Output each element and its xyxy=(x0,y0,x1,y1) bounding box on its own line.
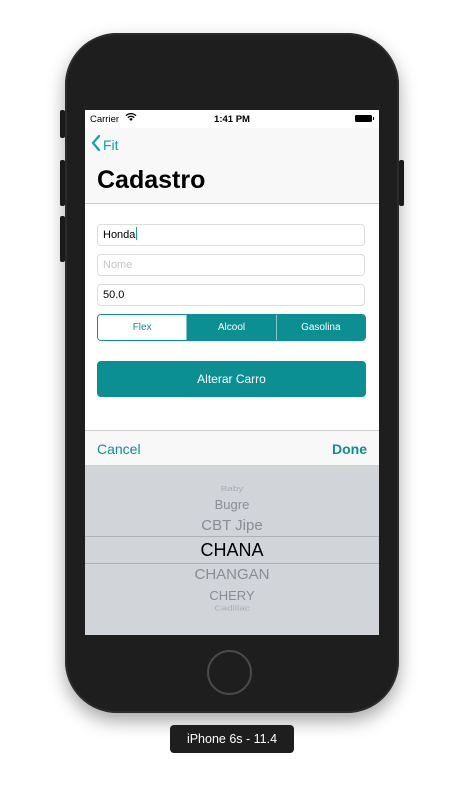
cancel-button[interactable]: Cancel xyxy=(97,441,141,457)
brand-value: Honda xyxy=(103,229,136,241)
picker-item[interactable]: CHANGAN xyxy=(85,566,379,583)
segment-flex[interactable]: Flex xyxy=(98,315,187,340)
segment-alcool[interactable]: Alcool xyxy=(186,315,276,340)
chevron-left-icon xyxy=(91,134,101,154)
alterar-carro-button[interactable]: Alterar Carro xyxy=(97,361,366,397)
picker-toolbar: Cancel Done xyxy=(85,430,379,466)
picker-item[interactable]: CBT Jipe xyxy=(85,517,379,534)
picker-item[interactable]: CHERY xyxy=(85,588,379,603)
page-title: Cadastro xyxy=(97,166,206,194)
text-caret xyxy=(136,227,138,240)
name-placeholder: Nome xyxy=(103,259,133,271)
brand-picker[interactable]: Baby Bugre CBT Jipe CHANA CHANGAN CHERY … xyxy=(85,465,379,635)
navigation-bar: Fit Cadastro xyxy=(85,128,379,204)
back-label: Fit xyxy=(103,136,119,153)
screen: Carrier 1:41 PM Fit Cadastro Honda Nome … xyxy=(85,110,379,635)
volume-up-button xyxy=(60,160,65,206)
volume-down-button xyxy=(60,216,65,262)
back-button[interactable]: Fit xyxy=(91,134,119,154)
status-bar: Carrier 1:41 PM xyxy=(85,110,379,128)
mute-switch xyxy=(60,110,65,138)
clock: 1:41 PM xyxy=(214,114,250,125)
device-label: iPhone 6s - 11.4 xyxy=(170,725,294,753)
power-button xyxy=(399,160,404,206)
name-field[interactable]: Nome xyxy=(97,254,365,276)
picker-item-selected[interactable]: CHANA xyxy=(85,540,379,561)
segment-gasolina[interactable]: Gasolina xyxy=(275,315,365,340)
fuel-segmented-control: Flex Alcool Gasolina xyxy=(97,314,366,341)
price-value: 50.0 xyxy=(103,289,125,301)
home-button[interactable] xyxy=(207,650,252,695)
picker-item[interactable]: Bugre xyxy=(85,497,379,512)
price-field[interactable]: 50.0 xyxy=(97,284,365,306)
done-button[interactable]: Done xyxy=(332,441,367,457)
picker-item[interactable]: Cadillac xyxy=(85,605,379,613)
brand-field[interactable]: Honda xyxy=(97,224,365,246)
battery-icon xyxy=(355,115,374,122)
picker-item[interactable]: Baby xyxy=(85,486,379,494)
